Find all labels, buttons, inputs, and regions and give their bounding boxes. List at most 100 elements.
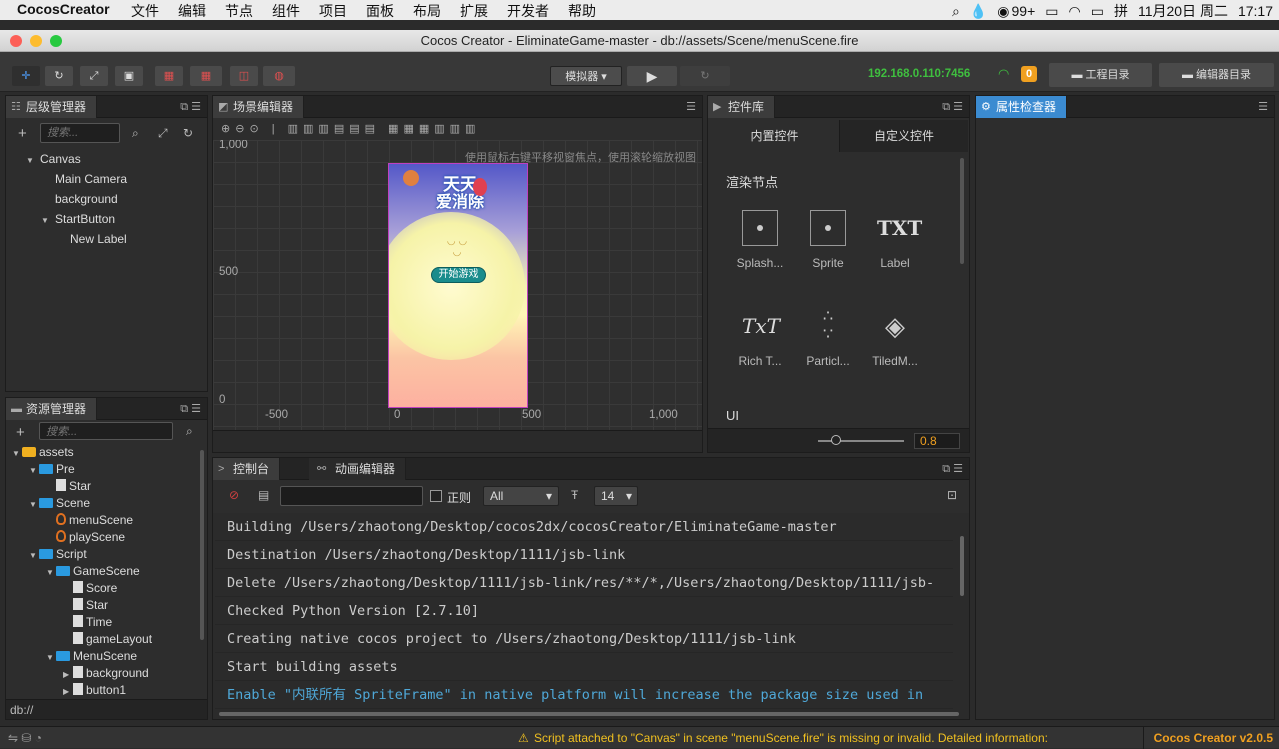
assets-tab[interactable]: ▬ 资源管理器 (6, 398, 98, 420)
date-label[interactable]: 11月20日 周二 (1138, 1, 1228, 21)
wifi-icon[interactable]: ◠ (1069, 3, 1081, 20)
asset-item[interactable]: menuScene (46, 513, 133, 527)
asset-item[interactable]: ▼ GameScene (46, 564, 140, 578)
snap-button[interactable]: ◫ (230, 66, 258, 86)
menu-component[interactable]: 组件 (272, 1, 300, 21)
refresh-button[interactable]: ↻ (680, 66, 730, 86)
console-log-row[interactable]: Delete /Users/zhaotong/Desktop/1111/jsb-… (215, 569, 953, 597)
open-log-icon[interactable]: ▤ (258, 488, 269, 502)
zoom-reset-icon[interactable]: ⊙ (249, 123, 263, 135)
hierarchy-node[interactable]: New Label (56, 232, 127, 246)
menu-node[interactable]: 节点 (225, 1, 253, 21)
widget-sprite[interactable]: Sprite (798, 210, 858, 270)
add-node-icon[interactable]: + (18, 125, 27, 142)
menu-edit[interactable]: 编辑 (178, 1, 206, 21)
menu-extension[interactable]: 扩展 (460, 1, 488, 21)
widgets-scrollbar[interactable] (960, 158, 964, 264)
animation-editor-tab[interactable]: ⚯ 动画编辑器 (309, 458, 407, 480)
console-tab[interactable]: > 控制台 (213, 458, 281, 480)
widget-splash[interactable]: Splash... (730, 210, 790, 270)
log-level-select[interactable]: All ▾ (483, 486, 559, 506)
panel-menu-icon[interactable]: ⧉ ☰ (942, 462, 963, 476)
tab-builtin-widgets[interactable]: 内置控件 (710, 120, 839, 152)
hierarchy-node[interactable]: ▼ Canvas (26, 152, 81, 166)
regex-checkbox[interactable] (430, 490, 442, 502)
console-log-row[interactable]: Enable "内联所有 SpriteFrame" in native plat… (215, 681, 953, 709)
hierarchy-node[interactable]: Main Camera (41, 172, 127, 186)
scene-tab[interactable]: ◩ 场景编辑器 (213, 96, 305, 118)
expand-arrow-icon[interactable]: ▼ (29, 500, 39, 509)
console-log-row[interactable]: Creating native cocos project to /Users/… (215, 625, 953, 653)
console-filter-input[interactable] (280, 486, 423, 506)
menu-layout[interactable]: 布局 (413, 1, 441, 21)
zoom-out-icon[interactable]: ⊖ (235, 123, 249, 135)
widget-richtext[interactable]: TxT Rich T... (730, 308, 790, 368)
assets-scrollbar[interactable] (200, 450, 204, 640)
qq-icon[interactable]: ◉ (997, 3, 1009, 20)
editor-dir-button[interactable]: ▬ 编辑器目录 (1159, 63, 1274, 87)
rect-tool-button[interactable]: ▣ (115, 66, 143, 86)
asset-item[interactable]: Score (63, 581, 117, 595)
console-log-row[interactable]: Start building assets (215, 653, 953, 681)
search-icon[interactable]: ⌕ (952, 3, 960, 20)
console-hscrollbar[interactable] (219, 712, 959, 716)
panel-menu-icon[interactable]: ⧉ ☰ (942, 100, 963, 114)
menu-developer[interactable]: 开发者 (507, 1, 549, 21)
move-tool-button[interactable]: ✛ (12, 66, 40, 86)
app-menu[interactable]: CocosCreator (17, 1, 110, 17)
widget-label[interactable]: TXT Label (865, 210, 925, 270)
scale-tool-button[interactable]: ⤢ (80, 66, 108, 86)
expand-arrow-icon[interactable]: ▼ (46, 653, 56, 662)
asset-item[interactable]: gameLayout (63, 632, 152, 646)
gizmo-button[interactable]: ◍ (263, 66, 295, 86)
start-game-button[interactable]: 开始游戏 (431, 267, 486, 283)
panel-menu-icon[interactable]: ⧉ ☰ (180, 402, 201, 416)
align-tools-icon[interactable]: ▥▥▥▤▤▤ ▦▦▦▥▥▥ (288, 123, 481, 135)
battery-icon[interactable]: ▭ (1091, 3, 1104, 20)
zoom-in-icon[interactable]: ⊕ (221, 123, 235, 135)
asset-item[interactable]: Star (46, 479, 91, 493)
menu-panel[interactable]: 面板 (366, 1, 394, 21)
ip-address[interactable]: 192.168.0.110:7456 (868, 68, 970, 80)
hierarchy-search-input[interactable]: 搜索... (40, 123, 120, 143)
widget-tiledmap[interactable]: ◈ TiledM... (865, 308, 925, 368)
notification-badge[interactable]: 99+ (1012, 3, 1036, 19)
close-window-button[interactable] (10, 35, 22, 47)
asset-item[interactable]: Time (63, 615, 112, 629)
asset-item[interactable]: ▼ Pre (29, 462, 75, 476)
expand-arrow-icon[interactable]: ▼ (26, 156, 40, 165)
font-size-select[interactable]: 14 ▾ (594, 486, 638, 506)
log-icon[interactable]: ⇋ ⛁ ◔ (8, 727, 42, 749)
hierarchy-tab[interactable]: ☷ 层级管理器 (6, 96, 98, 118)
expand-arrow-icon[interactable]: ▶ (63, 687, 73, 696)
panel-menu-icon[interactable]: ☰ (1258, 100, 1268, 113)
menu-help[interactable]: 帮助 (568, 1, 596, 21)
zoom-value[interactable]: 0.8 (914, 433, 960, 449)
panel-menu-icon[interactable]: ☰ (686, 100, 696, 113)
search-icon[interactable]: ⌕ (132, 126, 139, 141)
drop-icon[interactable]: 💧 (970, 3, 987, 20)
expand-arrow-icon[interactable]: ▼ (29, 466, 39, 475)
refresh-icon[interactable]: ↻ (183, 126, 193, 140)
expand-arrow-icon[interactable]: ▼ (46, 568, 56, 577)
panel-menu-icon[interactable]: ⧉ ☰ (180, 100, 201, 114)
clear-icon[interactable]: ⊘ (229, 488, 239, 502)
assets-search-input[interactable]: 搜索... (39, 422, 173, 440)
asset-item[interactable]: ▼ Script (29, 547, 87, 561)
pivot-local-button[interactable]: ▦ (155, 66, 183, 86)
console-scrollbar[interactable] (960, 536, 964, 596)
expand-arrow-icon[interactable]: ▶ (63, 670, 73, 679)
scene-viewport[interactable]: 使用鼠标右键平移视窗焦点，使用滚轮缩放视图 1,000 500 0 天天 爱消除… (213, 140, 702, 430)
console-log-row[interactable]: Building /Users/zhaotong/Desktop/cocos2d… (215, 513, 953, 541)
hierarchy-node[interactable]: ▼ StartButton (41, 212, 115, 226)
asset-item[interactable]: ▼ assets (12, 445, 74, 459)
tab-custom-widgets[interactable]: 自定义控件 (839, 120, 968, 152)
menu-file[interactable]: 文件 (131, 1, 159, 21)
widget-particle[interactable]: ∴ ∵ Particl... (798, 308, 858, 368)
asset-item[interactable]: ▶ background (63, 666, 149, 680)
design-canvas[interactable]: 天天 爱消除 ◡ ◡ ◡ 开始游戏 (388, 163, 528, 408)
hierarchy-node[interactable]: background (41, 192, 118, 206)
widgets-tab[interactable]: ▶ 控件库 (708, 96, 776, 118)
expand-icon[interactable]: ⤢ (158, 126, 168, 141)
rotate-tool-button[interactable]: ↻ (45, 66, 73, 86)
